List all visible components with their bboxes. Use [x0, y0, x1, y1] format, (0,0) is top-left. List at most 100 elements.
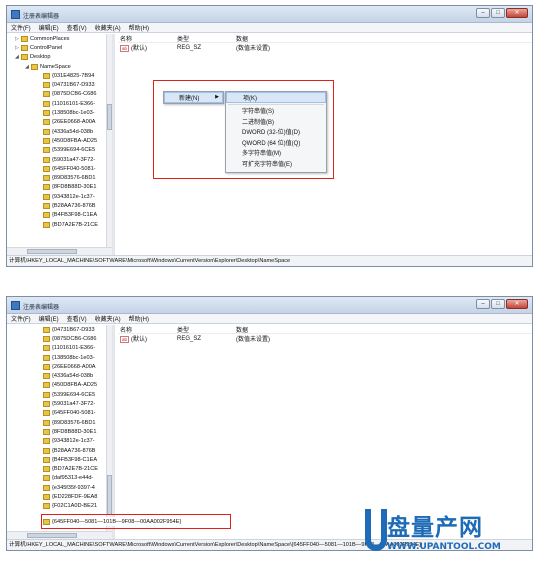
tree-node[interactable]: {F02C1A0D-BE21 — [7, 502, 112, 511]
tree-node[interactable]: {B4FB3F98-C1EA — [7, 455, 112, 464]
tree-node[interactable]: {59031a47-3F72- — [7, 155, 112, 164]
folder-icon — [21, 54, 28, 61]
tree-node[interactable]: {4336a54d-038b — [7, 371, 112, 380]
tree-node[interactable]: {031E4825-7B94 — [7, 71, 112, 80]
column-type-header[interactable]: 类型 — [177, 325, 236, 334]
tree-node[interactable]: {8FD8B88D-30E1 — [7, 427, 112, 436]
folder-icon — [43, 382, 50, 389]
tree-node[interactable]: {26EE0668-A00A — [7, 362, 112, 371]
tree-node[interactable]: {4336a54d-038b — [7, 127, 112, 136]
column-headers: 名称 类型 数据 — [118, 34, 532, 43]
menu-file[interactable]: 文件(F) — [11, 314, 31, 323]
column-data-header[interactable]: 数据 — [236, 34, 356, 43]
tree-node[interactable]: ▷ CommonPlaces — [7, 34, 112, 43]
minimize-button[interactable]: – — [476, 299, 490, 309]
tree-node[interactable]: {9343812e-1c37- — [7, 437, 112, 446]
close-button[interactable]: ✕ — [506, 8, 528, 18]
menu-item-new[interactable]: 新建(N) ▶ — [164, 92, 223, 103]
folder-icon — [43, 503, 50, 510]
menu-help[interactable]: 帮助(H) — [129, 314, 149, 323]
tree-node-label: {e345f35f-9397-4 — [52, 484, 95, 491]
maximize-button[interactable]: □ — [491, 299, 505, 309]
submenu-item-expandable-string[interactable]: 可扩充字符串值(E) — [226, 158, 326, 169]
tree-horizontal-scrollbar[interactable] — [7, 531, 112, 539]
folder-icon — [43, 202, 50, 209]
tree-node[interactable]: {645FF040-5081- — [7, 164, 112, 173]
menu-file[interactable]: 文件(F) — [11, 23, 31, 32]
tree-node[interactable]: {11016101-E366- — [7, 99, 112, 108]
column-data-header[interactable]: 数据 — [236, 325, 356, 334]
column-type-header[interactable]: 类型 — [177, 34, 236, 43]
submenu-item-string[interactable]: 字符串值(S) — [226, 106, 326, 117]
menu-favorites[interactable]: 收藏夹(A) — [95, 23, 121, 32]
tree-node[interactable]: {e345f35f-9397-4 — [7, 483, 112, 492]
scroll-thumb[interactable] — [107, 104, 112, 130]
tree-node[interactable]: {04731B67-D933 — [7, 325, 112, 334]
tree-node[interactable]: {89D83576-6BD1 — [7, 173, 112, 182]
title-bar[interactable]: 注册表编辑器 – □ ✕ — [7, 297, 532, 314]
value-type: REG_SZ — [177, 44, 202, 51]
menu-view[interactable]: 查看(V) — [67, 23, 87, 32]
submenu-item-qword[interactable]: QWORD (64 位)值(Q) — [226, 137, 326, 148]
menu-edit[interactable]: 编辑(E) — [39, 314, 59, 323]
tree-node[interactable]: {0875DCB6-C686 — [7, 334, 112, 343]
maximize-button[interactable]: □ — [491, 8, 505, 18]
scroll-thumb[interactable] — [27, 249, 77, 254]
tree-node[interactable]: {04731B67-D933 — [7, 80, 112, 89]
tree-node[interactable]: {138508bc-1e03- — [7, 353, 112, 362]
folder-icon — [31, 63, 38, 70]
submenu-item-key[interactable]: 项(K) — [226, 92, 326, 103]
title-bar[interactable]: 注册表编辑器 – □ ✕ — [7, 6, 532, 23]
column-headers: 名称 类型 数据 — [118, 325, 532, 334]
tree-node-label: {89D83576-6BD1 — [52, 419, 96, 426]
menu-edit[interactable]: 编辑(E) — [39, 23, 59, 32]
submenu-item-binary[interactable]: 二进制值(B) — [226, 116, 326, 127]
tree-node[interactable]: {89D83576-6BD1 — [7, 418, 112, 427]
tree-vertical-scrollbar[interactable] — [106, 34, 112, 247]
tree-node[interactable]: {5399E694-6CE5 — [7, 146, 112, 155]
column-name-header[interactable]: 名称 — [118, 34, 177, 43]
submenu-item-multi-string[interactable]: 多字符串值(M) — [226, 148, 326, 159]
scroll-thumb[interactable] — [107, 475, 112, 515]
tree-node[interactable]: {11016101-E366- — [7, 344, 112, 353]
menu-bar: 文件(F) 编辑(E) 查看(V) 收藏夹(A) 帮助(H) — [7, 23, 532, 33]
folder-icon — [43, 165, 50, 172]
submenu-item-dword[interactable]: DWORD (32-位)值(D) — [226, 127, 326, 138]
tree-node[interactable]: {B28AA736-876B — [7, 201, 112, 210]
tree-node[interactable]: {8FD8B88D-30E1 — [7, 183, 112, 192]
tree-node[interactable]: {450D8FBA-AD25 — [7, 136, 112, 145]
column-name-header[interactable]: 名称 — [118, 325, 177, 334]
tree-node[interactable]: {daf95313-e44d- — [7, 474, 112, 483]
minimize-button[interactable]: – — [476, 8, 490, 18]
tree-node[interactable]: {BD7A2E7B-21CE — [7, 464, 112, 473]
key-tree-pane[interactable]: ▷ CommonPlaces ▷ ControlPanel ◢ Desktop ◢ NameS… — [7, 34, 115, 255]
tree-node[interactable]: {5399E694-6CE5 — [7, 390, 112, 399]
tree-node[interactable]: {645FF040-5081- — [7, 409, 112, 418]
menu-view[interactable]: 查看(V) — [67, 314, 87, 323]
tree-node[interactable]: {B28AA736-876B — [7, 446, 112, 455]
tree-node[interactable]: {B4FB3F98-C1EA — [7, 211, 112, 220]
menu-favorites[interactable]: 收藏夹(A) — [95, 314, 121, 323]
tree-node[interactable]: ▷ ControlPanel — [7, 43, 112, 52]
tree-node[interactable]: {0875DCB6-C686 — [7, 90, 112, 99]
default-value-row[interactable]: ab (默认) REG_SZ (数值未设置) — [118, 334, 532, 343]
key-tree-pane[interactable]: {04731B67-D933 {0875DCB6-C686 {11016101-E3… — [7, 325, 115, 539]
tree-node[interactable]: {9343812e-1c37- — [7, 192, 112, 201]
scroll-thumb[interactable] — [27, 533, 77, 538]
tree-node[interactable]: {BD7A2E7B-21CE — [7, 220, 112, 229]
tree-node-label: {59031a47-3F72- — [52, 156, 96, 163]
tree-node[interactable]: {450D8FBA-AD25 — [7, 381, 112, 390]
menu-help[interactable]: 帮助(H) — [129, 23, 149, 32]
tree-node-label: {89D83576-6BD1 — [52, 175, 96, 182]
tree-node[interactable]: {ED228FDF-9EA8 — [7, 492, 112, 501]
close-button[interactable]: ✕ — [506, 299, 528, 309]
tree-node[interactable]: ◢ NameSpace — [7, 62, 112, 71]
tree-horizontal-scrollbar[interactable] — [7, 247, 112, 255]
default-value-row[interactable]: ab (默认) REG_SZ (数值未设置) — [118, 43, 532, 52]
tree-node[interactable]: {59031a47-3F72- — [7, 399, 112, 408]
tree-node[interactable]: ◢ Desktop — [7, 53, 112, 62]
tree-node[interactable]: {26EE0668-A00A — [7, 118, 112, 127]
value-data: (数值未设置) — [236, 337, 270, 343]
tree-node[interactable]: {138508bc-1e03- — [7, 108, 112, 117]
tree-vertical-scrollbar[interactable] — [106, 325, 112, 531]
